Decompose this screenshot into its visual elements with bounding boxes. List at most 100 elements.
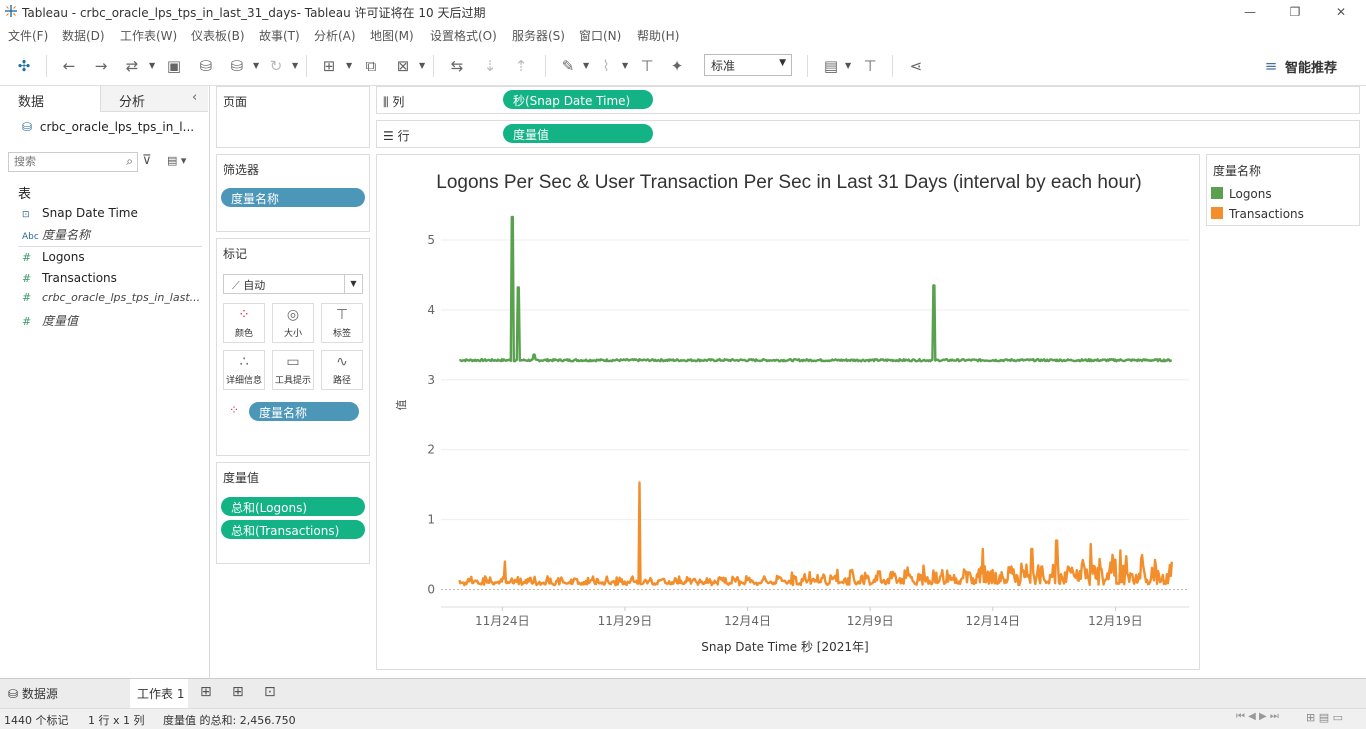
marks-label-button[interactable]: ⊤ 标签: [321, 303, 363, 343]
new-worksheet-icon[interactable]: ⊞: [200, 684, 212, 700]
menu-dashboard[interactable]: 仪表板(B): [191, 27, 245, 44]
sort-ascending-icon[interactable]: ⇣: [479, 56, 501, 76]
path-icon: ∿: [336, 354, 348, 370]
rows-shelf[interactable]: ☰ 行 度量值: [376, 120, 1360, 148]
save-icon[interactable]: ▣: [163, 56, 185, 76]
title-bar: Tableau - crbc_oracle_lps_tps_in_last_31…: [0, 0, 1366, 24]
filters-card[interactable]: 筛选器 度量名称: [216, 154, 370, 232]
legend-item-logons[interactable]: Logons: [1211, 187, 1272, 205]
clear-sheet-icon[interactable]: ⊠: [392, 56, 414, 76]
menu-help[interactable]: 帮助(H): [637, 27, 679, 44]
duplicate-sheet-icon[interactable]: ⧉: [360, 56, 382, 76]
chart-view[interactable]: Logons Per Sec & User Transaction Per Se…: [376, 154, 1200, 670]
tab-data[interactable]: 数据: [0, 86, 100, 112]
menu-file[interactable]: 文件(F): [8, 27, 48, 44]
fit-select[interactable]: 标准 ▼: [704, 54, 792, 76]
datasource-icon: ⛁: [22, 120, 33, 134]
filter-pill-measure-names[interactable]: 度量名称: [221, 188, 365, 207]
fix-axes-icon[interactable]: ✦: [666, 56, 688, 76]
y-tick-label: 2: [427, 443, 435, 457]
status-sum: 度量值 的总和: 2,456.750: [163, 714, 296, 727]
clear-dropdown-icon[interactable]: ▼: [419, 56, 425, 76]
marks-color-button[interactable]: ⁘ 颜色: [223, 303, 265, 343]
datasource-tab[interactable]: ⛁ 数据源: [8, 685, 58, 702]
y-tick-label: 4: [427, 303, 435, 317]
pages-card[interactable]: 页面: [216, 86, 370, 148]
legend-item-transactions[interactable]: Transactions: [1211, 207, 1304, 225]
color-pill-measure-names[interactable]: 度量名称: [249, 402, 359, 421]
cards-dropdown-icon[interactable]: ▼: [845, 56, 851, 76]
menu-server[interactable]: 服务器(S): [512, 27, 565, 44]
group-members-icon[interactable]: ⌇: [595, 56, 617, 76]
menu-analysis[interactable]: 分析(A): [314, 27, 356, 44]
pause-updates-icon[interactable]: ⛁: [226, 56, 248, 76]
pause-dropdown-icon[interactable]: ▼: [253, 56, 259, 76]
tableau-home-icon[interactable]: ✣: [13, 56, 35, 76]
minimize-button[interactable]: —: [1240, 2, 1260, 22]
highlight-dropdown-icon[interactable]: ▼: [583, 56, 589, 76]
field-transactions[interactable]: # Transactions: [22, 271, 117, 291]
new-dashboard-icon[interactable]: ⊞: [232, 684, 244, 700]
x-tick-label: 12月14日: [966, 614, 1021, 628]
marks-path-button[interactable]: ∿ 路径: [321, 350, 363, 390]
menu-data[interactable]: 数据(D): [62, 27, 105, 44]
redo-icon[interactable]: →: [90, 56, 112, 76]
y-tick-label: 1: [427, 513, 435, 527]
pages-title: 页面: [223, 95, 248, 109]
marks-size-button[interactable]: ◎ 大小: [272, 303, 314, 343]
swap-rows-columns-icon[interactable]: ⇆: [446, 56, 468, 76]
mark-type-select[interactable]: ⟋ 自动 ▼: [223, 274, 363, 294]
toolbar-separator: [807, 55, 808, 77]
new-worksheet-dropdown-icon[interactable]: ▼: [346, 56, 352, 76]
refresh-dropdown-icon[interactable]: ▼: [292, 56, 298, 76]
field-measure-names[interactable]: Abc 度量名称: [22, 226, 90, 246]
collapse-pane-icon[interactable]: ‹: [192, 90, 197, 105]
new-worksheet-icon[interactable]: ⊞: [318, 56, 340, 76]
show-cards-icon[interactable]: ▤: [820, 56, 842, 76]
filters-title: 筛选器: [223, 163, 260, 177]
field-record-count[interactable]: # crbc_oracle_lps_tps_in_last...: [22, 291, 200, 311]
sort-descending-icon[interactable]: ⇡: [510, 56, 532, 76]
measure-pill-logons[interactable]: 总和(Logons): [221, 497, 365, 516]
columns-shelf[interactable]: ⫼ 列 秒(Snap Date Time): [376, 86, 1360, 114]
line-chart[interactable]: Logons Per Sec & User Transaction Per Se…: [377, 155, 1199, 669]
filter-icon[interactable]: ⊽: [142, 153, 152, 168]
view-list-icon[interactable]: ▤ ▾: [167, 154, 186, 167]
menu-window[interactable]: 窗口(N): [579, 27, 621, 44]
datasource-item[interactable]: ⛁ crbc_oracle_lps_tps_in_l...: [22, 120, 194, 134]
swap-icon[interactable]: ⇄: [121, 56, 143, 76]
refresh-icon[interactable]: ↻: [265, 56, 287, 76]
menu-story[interactable]: 故事(T): [259, 27, 300, 44]
measure-pill-transactions[interactable]: 总和(Transactions): [221, 520, 365, 539]
swap-dropdown-icon[interactable]: ▼: [149, 56, 155, 76]
new-story-icon[interactable]: ⊡: [264, 684, 276, 700]
new-datasource-icon[interactable]: ⛁: [195, 56, 217, 76]
restore-button[interactable]: ❐: [1285, 2, 1305, 22]
sheet-tab-1[interactable]: 工作表 1: [130, 679, 188, 708]
menu-format[interactable]: 设置格式(O): [430, 27, 497, 44]
recommend-button[interactable]: 智能推荐: [1285, 57, 1337, 76]
show-labels-icon[interactable]: ⊤: [636, 56, 658, 76]
menu-map[interactable]: 地图(M): [370, 27, 414, 44]
highlight-icon[interactable]: ✎: [557, 56, 579, 76]
series-line-logons: [459, 215, 1172, 363]
search-box[interactable]: ⌕: [8, 152, 138, 172]
rows-pill[interactable]: 度量值: [503, 124, 653, 143]
presentation-mode-icon[interactable]: ⊤: [859, 56, 881, 76]
recommend-icon[interactable]: ≡: [1260, 56, 1282, 76]
search-input[interactable]: [9, 153, 109, 171]
field-snap-date-time[interactable]: ⊡ Snap Date Time: [22, 206, 138, 226]
field-measure-values[interactable]: # 度量值: [22, 312, 78, 332]
date-icon: ⊡: [22, 210, 30, 220]
columns-pill[interactable]: 秒(Snap Date Time): [503, 90, 653, 109]
sheet-view-icon[interactable]: ⊞ ▤ ▭: [1306, 711, 1343, 724]
sheet-nav-icon[interactable]: ⏮ ◀ ▶ ⏭: [1236, 711, 1279, 722]
share-icon[interactable]: ⋖: [905, 56, 927, 76]
field-logons[interactable]: # Logons: [22, 250, 85, 270]
undo-icon[interactable]: ←: [58, 56, 80, 76]
close-button[interactable]: ✕: [1331, 2, 1351, 22]
menu-worksheet[interactable]: 工作表(W): [120, 27, 177, 44]
marks-detail-button[interactable]: ∴ 详细信息: [223, 350, 265, 390]
group-dropdown-icon[interactable]: ▼: [622, 56, 628, 76]
marks-tooltip-button[interactable]: ▭ 工具提示: [272, 350, 314, 390]
